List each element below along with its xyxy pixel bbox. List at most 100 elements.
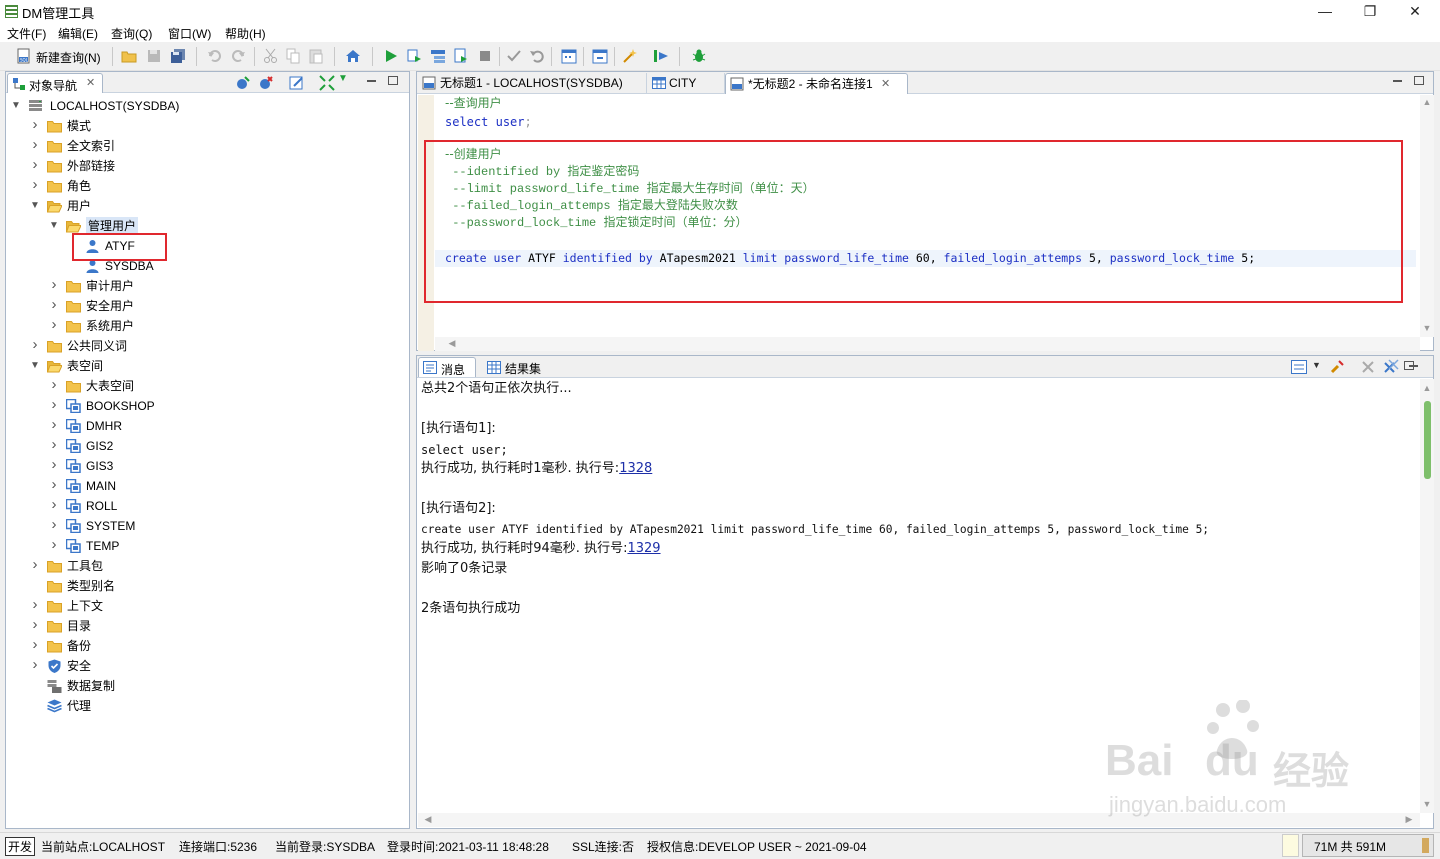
disconnect-icon[interactable] — [258, 75, 274, 91]
scroll-down-icon[interactable]: ▼ — [1420, 323, 1434, 333]
view-list-icon[interactable] — [1291, 360, 1307, 374]
chevron-right-icon[interactable]: › — [48, 276, 60, 294]
tab-untitled2[interactable]: *无标题2 - 未命名连接1 ✕ — [725, 73, 908, 94]
chevron-right-icon[interactable]: › — [48, 516, 60, 534]
home-icon[interactable] — [345, 48, 361, 64]
tree-node-big-tablespace[interactable]: › 大表空间 — [6, 376, 406, 396]
tree-node-security[interactable]: › 安全 — [6, 656, 406, 676]
tree-node-main[interactable]: › MAIN — [6, 476, 406, 496]
maximize-view-icon[interactable] — [1414, 76, 1424, 85]
tree-node-public-synonym[interactable]: › 公共同义词 — [6, 336, 406, 356]
tree-node-role[interactable]: › 角色 — [6, 176, 406, 196]
tree-node-system-users[interactable]: › 系统用户 — [6, 316, 406, 336]
tab-resultset[interactable]: 结果集 — [483, 358, 551, 378]
tree-node-bookshop[interactable]: › BOOKSHOP — [6, 396, 406, 416]
remove-all-icon[interactable] — [1383, 359, 1399, 375]
code-line-4[interactable]: --创建用户 — [445, 146, 502, 163]
copy-icon[interactable] — [285, 48, 301, 64]
scroll-right-icon[interactable]: ▶ — [1402, 814, 1416, 825]
chevron-right-icon[interactable]: › — [29, 116, 41, 134]
menu-file[interactable]: 文件(F) — [7, 25, 46, 42]
clear-brush-icon[interactable] — [1329, 359, 1345, 375]
execute-current-icon[interactable] — [406, 48, 422, 64]
cut-icon[interactable] — [263, 48, 279, 64]
code-line-8[interactable]: --password_lock_time 指定锁定时间（单位：分） — [445, 214, 747, 231]
tree-node-tablespace[interactable]: ▼ 表空间 — [6, 356, 406, 376]
commit-icon[interactable] — [506, 48, 522, 64]
chevron-right-icon[interactable]: › — [48, 376, 60, 394]
code-line-2[interactable]: select user; — [445, 114, 532, 131]
expand-all-icon[interactable] — [319, 75, 335, 91]
chevron-right-icon[interactable]: › — [48, 396, 60, 414]
tree-node-context[interactable]: › 上下文 — [6, 596, 406, 616]
editor-horizontal-scrollbar[interactable]: ◀ — [435, 337, 1420, 351]
tree-node-dmhr[interactable]: › DMHR — [6, 416, 406, 436]
tree-node-security-users[interactable]: › 安全用户 — [6, 296, 406, 316]
tab-messages[interactable]: 消息 — [418, 357, 476, 377]
chevron-right-icon[interactable]: › — [48, 296, 60, 314]
stop-icon[interactable] — [477, 48, 493, 64]
menu-window[interactable]: 窗口(W) — [168, 25, 211, 42]
tree-node-schema[interactable]: › 模式 — [6, 116, 406, 136]
scroll-left-icon[interactable]: ◀ — [445, 338, 459, 349]
tree-node-agent[interactable]: 代理 — [6, 696, 406, 716]
new-query-button[interactable]: 新建查询(N) — [36, 49, 101, 66]
editor-vertical-scrollbar[interactable]: ▲ ▼ — [1420, 95, 1434, 337]
view-menu-chevron-icon[interactable]: ▼ — [338, 73, 348, 84]
close-icon[interactable]: ✕ — [881, 74, 890, 94]
chevron-right-icon[interactable]: › — [29, 556, 41, 574]
close-icon[interactable]: ✕ — [86, 76, 95, 89]
chevron-right-icon[interactable]: › — [48, 316, 60, 334]
tree-node-audit-users[interactable]: › 审计用户 — [6, 276, 406, 296]
tree-node-data-replication[interactable]: 数据复制 — [6, 676, 406, 696]
scroll-down-icon[interactable]: ▼ — [1420, 799, 1434, 809]
open-folder-icon[interactable] — [121, 48, 137, 64]
tree-node-temp[interactable]: › TEMP — [6, 536, 406, 556]
menu-edit[interactable]: 编辑(E) — [58, 25, 98, 42]
tree-node-backup[interactable]: › 备份 — [6, 636, 406, 656]
maximize-button[interactable]: ❐ — [1347, 0, 1393, 23]
tree-node-users[interactable]: ▼ 用户 — [6, 196, 406, 216]
scroll-thumb[interactable] — [1424, 401, 1431, 479]
chevron-down-icon[interactable]: ▼ — [29, 196, 41, 216]
explain-icon[interactable] — [430, 48, 446, 64]
chevron-right-icon[interactable]: › — [48, 476, 60, 494]
tree-node-sysdba[interactable]: SYSDBA — [6, 256, 406, 276]
maximize-view-icon[interactable] — [1404, 361, 1414, 370]
minimize-view-icon[interactable] — [1393, 80, 1402, 82]
menu-help[interactable]: 帮助(H) — [225, 25, 266, 42]
chevron-down-icon[interactable]: ▼ — [29, 356, 41, 376]
tree-node-admin-users[interactable]: ▼ 管理用户 — [6, 216, 406, 236]
minimize-button[interactable]: — — [1302, 0, 1348, 23]
execution-id-link[interactable]: 1328 — [619, 461, 652, 476]
tree-node-package[interactable]: › 工具包 — [6, 556, 406, 576]
chevron-right-icon[interactable]: › — [48, 416, 60, 434]
chevron-down-icon[interactable]: ▼ — [1312, 360, 1321, 370]
tree-node-fulltext-index[interactable]: › 全文索引 — [6, 136, 406, 156]
remove-icon[interactable] — [1361, 360, 1375, 374]
tree-node-roll[interactable]: › ROLL — [6, 496, 406, 516]
code-line-10[interactable]: create user ATYF identified by ATapesm20… — [445, 250, 1255, 267]
tab-untitled1[interactable]: 无标题1 - LOCALHOST(SYSDBA) — [418, 73, 647, 94]
minimize-view-icon[interactable] — [367, 80, 376, 82]
tree-node-gis3[interactable]: › GIS3 — [6, 456, 406, 476]
paste-icon[interactable] — [308, 48, 324, 64]
chevron-right-icon[interactable]: › — [29, 336, 41, 354]
chevron-right-icon[interactable]: › — [29, 636, 41, 654]
close-button[interactable]: ✕ — [1392, 0, 1438, 23]
tree-node-root[interactable]: ▼ LOCALHOST(SYSDBA) — [6, 96, 406, 116]
chevron-right-icon[interactable]: › — [29, 656, 41, 674]
migrate-icon[interactable] — [653, 48, 669, 64]
chevron-right-icon[interactable]: › — [29, 176, 41, 194]
code-line-6[interactable]: --limit password_life_time 指定最大生存时间（单位：天… — [445, 180, 814, 197]
chevron-down-icon[interactable]: ▼ — [10, 96, 22, 116]
new-query-icon[interactable]: SQL — [16, 48, 32, 64]
chevron-right-icon[interactable]: › — [29, 136, 41, 154]
save-all-icon[interactable] — [170, 48, 186, 64]
maximize-view-icon[interactable] — [388, 76, 398, 85]
undo-icon[interactable] — [207, 48, 223, 64]
chevron-right-icon[interactable]: › — [48, 456, 60, 474]
heap-status[interactable]: 71M 共 591M — [1302, 834, 1434, 857]
chevron-right-icon[interactable]: › — [29, 596, 41, 614]
tab-city[interactable]: CITY — [647, 73, 725, 94]
